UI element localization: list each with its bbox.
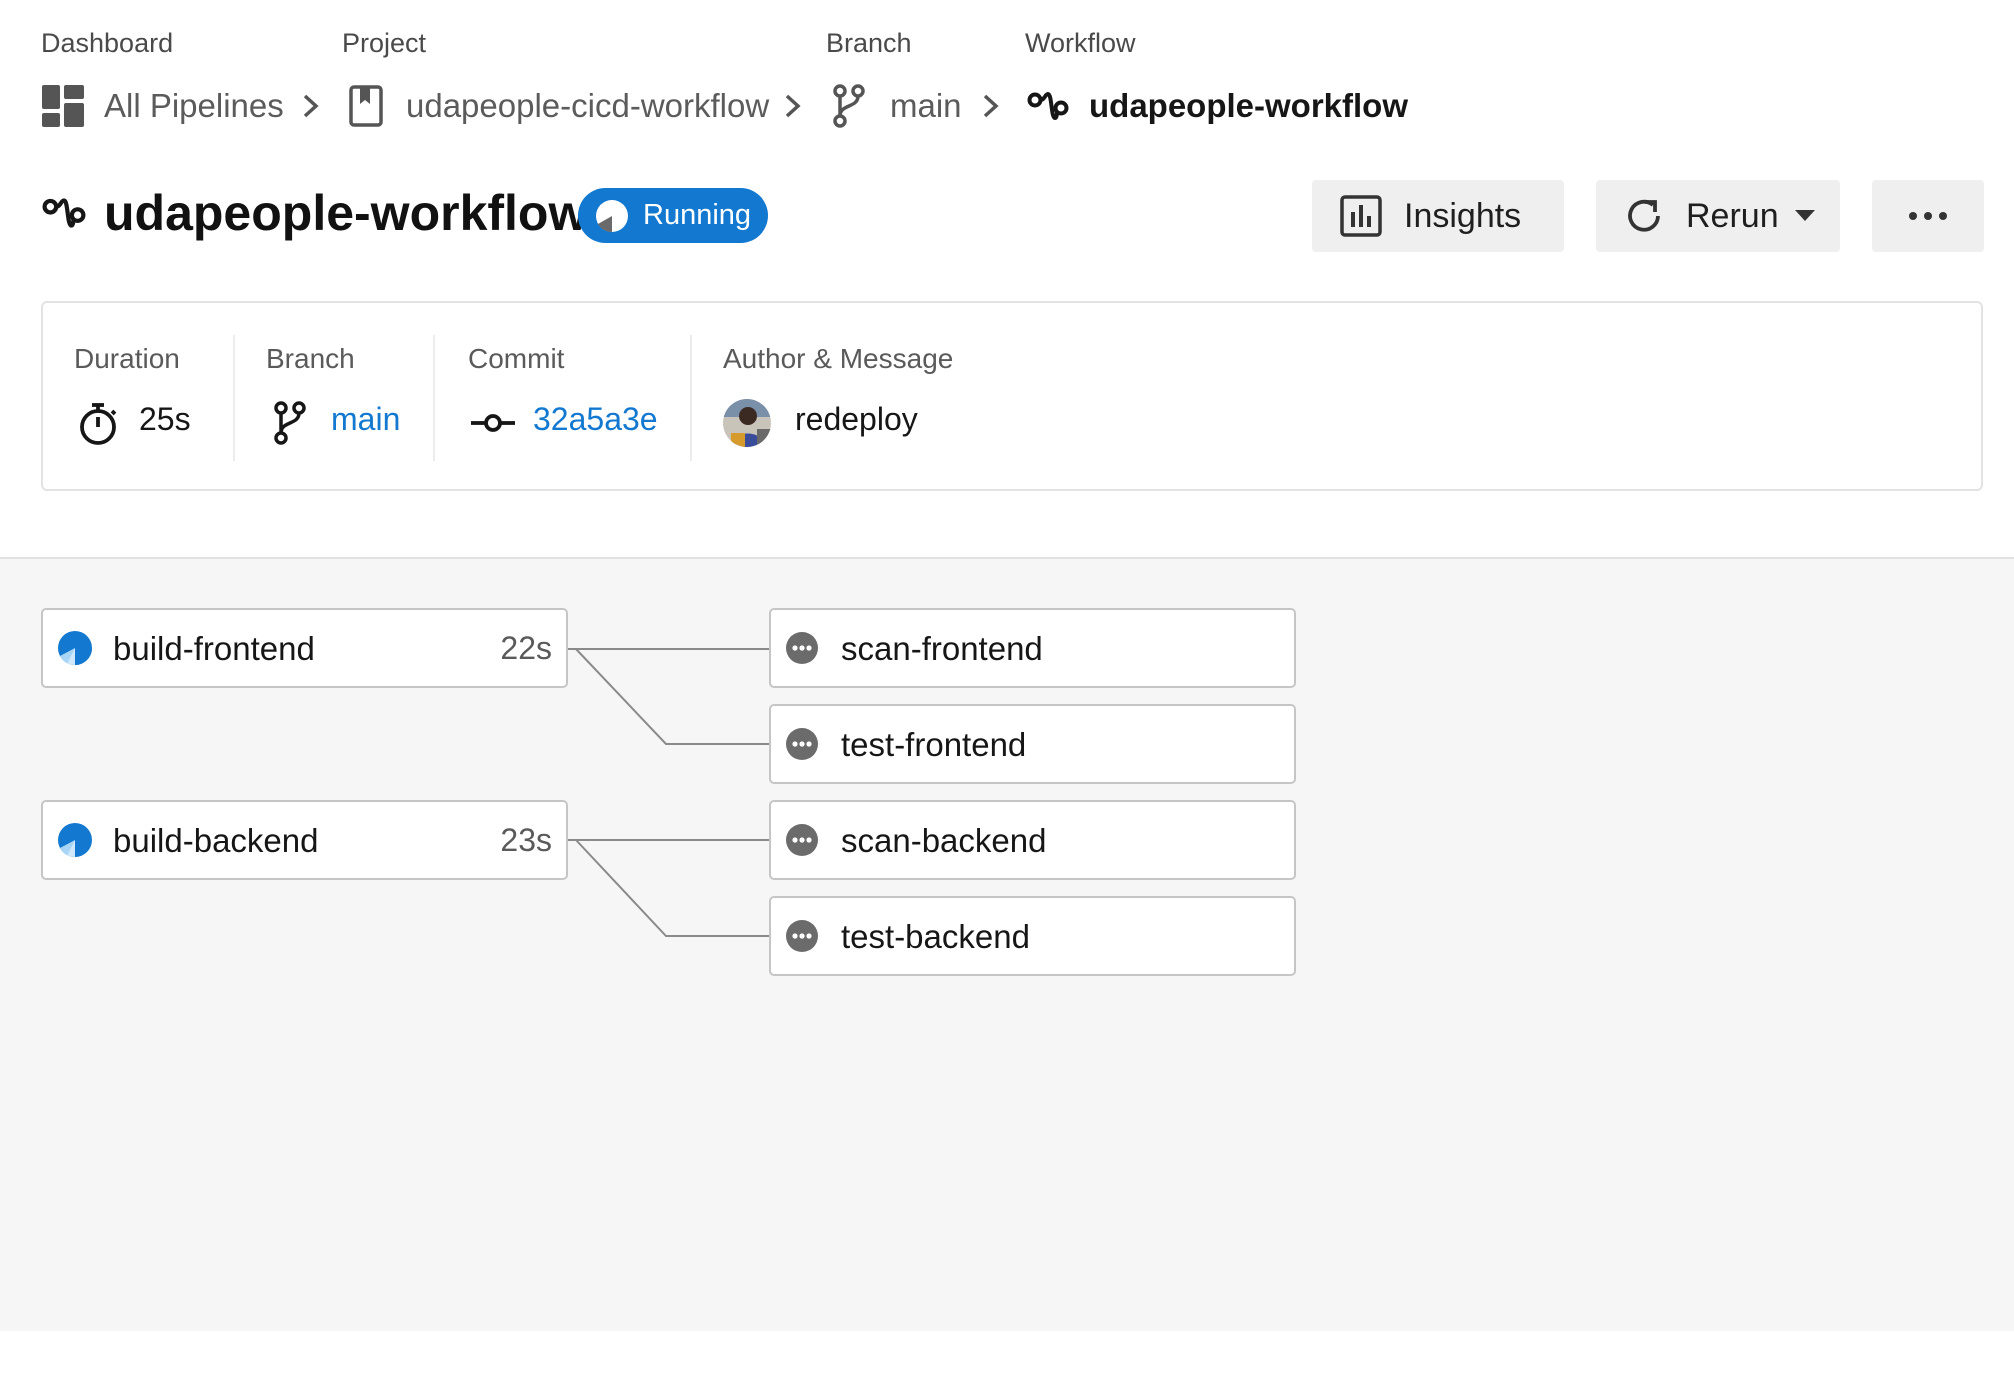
breadcrumb-caption-branch: Branch (826, 28, 912, 58)
running-icon (596, 199, 628, 232)
job-name: build-frontend (113, 630, 315, 667)
branch-link[interactable]: main (331, 401, 400, 438)
grid-icon (42, 85, 84, 127)
queued-icon (786, 824, 818, 856)
job-duration: 22s (500, 630, 552, 666)
chevron-right-icon (785, 94, 801, 118)
breadcrumb-all-pipelines[interactable]: All Pipelines (42, 82, 284, 130)
more-horizontal-icon (1909, 212, 1947, 220)
status-label: Running (643, 199, 752, 231)
avatar (723, 399, 771, 447)
commit-message: redeploy (795, 401, 918, 437)
insights-label: Insights (1404, 196, 1522, 235)
bookmark-icon (349, 85, 383, 127)
running-icon (58, 631, 92, 665)
refresh-icon (1628, 199, 1660, 232)
divider (690, 335, 692, 461)
job-name: test-frontend (841, 726, 1027, 763)
author-message-caption: Author & Message (723, 343, 954, 374)
duration-value: 25s (139, 401, 191, 437)
caret-down-icon (1794, 210, 1815, 221)
git-branch-icon (833, 84, 865, 128)
breadcrumb-caption-workflow: Workflow (1025, 28, 1136, 58)
breadcrumb-all-pipelines-label: All Pipelines (104, 87, 284, 124)
page-title: udapeople-workflow (104, 185, 588, 241)
git-branch-icon (274, 401, 306, 445)
git-commit-icon (471, 414, 515, 432)
insights-button[interactable]: Insights (1312, 180, 1564, 252)
duration-caption: Duration (74, 343, 180, 374)
breadcrumb-workflow[interactable]: udapeople-workflow (1027, 82, 1408, 130)
commit-link[interactable]: 32a5a3e (533, 401, 658, 438)
breadcrumb-project-label: udapeople-cicd-workflow (406, 87, 770, 124)
rerun-label: Rerun (1686, 196, 1779, 235)
job-duration: 23s (500, 822, 552, 858)
queued-icon (786, 632, 818, 664)
queued-icon (786, 728, 818, 760)
breadcrumb-workflow-label: udapeople-workflow (1089, 87, 1409, 124)
stopwatch-icon (80, 403, 117, 445)
job-name: scan-frontend (841, 630, 1043, 667)
status-badge: Running (578, 188, 768, 243)
bar-chart-icon (1340, 195, 1382, 237)
job-card-test-frontend[interactable]: test-frontend (769, 704, 1296, 784)
divider (233, 335, 235, 461)
workflow-icon (42, 198, 86, 228)
more-options-button[interactable] (1872, 180, 1984, 252)
job-name: build-backend (113, 822, 319, 859)
job-name: test-backend (841, 918, 1030, 955)
rerun-button[interactable]: Rerun (1596, 180, 1840, 252)
chevron-right-icon (303, 94, 319, 118)
job-name: scan-backend (841, 822, 1047, 859)
branch-caption: Branch (266, 343, 355, 374)
breadcrumb-caption-dashboard: Dashboard (41, 28, 174, 58)
divider (433, 335, 435, 461)
queued-icon (786, 920, 818, 952)
job-card-build-frontend[interactable]: build-frontend 22s (41, 608, 568, 688)
breadcrumb-caption-project: Project (342, 28, 427, 58)
breadcrumb-project[interactable]: udapeople-cicd-workflow (348, 82, 769, 130)
job-card-scan-frontend[interactable]: scan-frontend (769, 608, 1296, 688)
job-card-test-backend[interactable]: test-backend (769, 896, 1296, 976)
running-icon (58, 823, 92, 857)
job-card-build-backend[interactable]: build-backend 23s (41, 800, 568, 880)
workflow-icon (1027, 91, 1069, 121)
breadcrumb-branch-label: main (890, 87, 962, 124)
workflow-graph: build-frontend 22s build-backend 23s sca… (0, 557, 2014, 1331)
job-card-scan-backend[interactable]: scan-backend (769, 800, 1296, 880)
chevron-right-icon (983, 94, 999, 118)
workflow-info-card: Duration 25s Branch main Commit 32a5a3e … (41, 301, 1983, 491)
commit-caption: Commit (468, 343, 565, 374)
breadcrumb-branch[interactable]: main (832, 82, 962, 130)
